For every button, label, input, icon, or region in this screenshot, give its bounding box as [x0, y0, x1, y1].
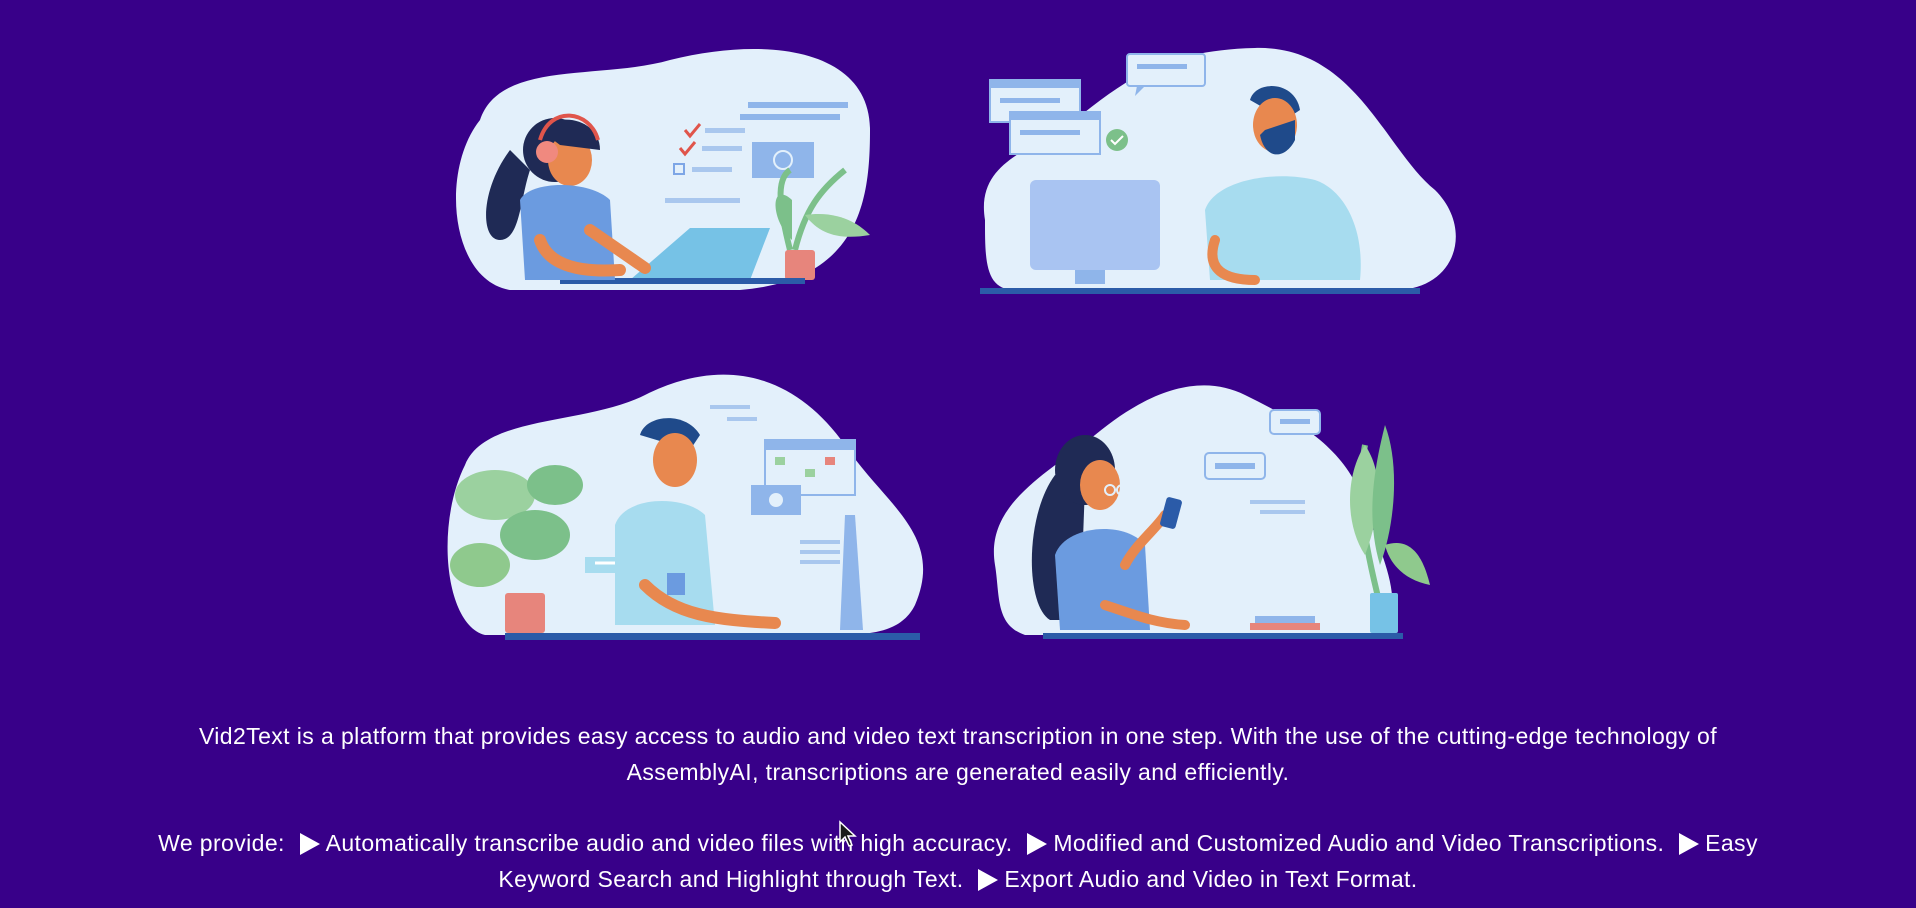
- play-arrow-icon: [1679, 833, 1700, 855]
- play-arrow-icon: [978, 869, 999, 891]
- play-arrow-icon: [299, 833, 320, 855]
- mouse-cursor-icon: [839, 820, 857, 847]
- illustrations-grid: [0, 0, 1916, 660]
- illustration-woman-phone: [985, 365, 1445, 645]
- illustration-woman-headset: [440, 40, 880, 300]
- feature-item-4: Export Audio and Video in Text Format.: [1004, 866, 1418, 892]
- provide-intro: We provide:: [158, 830, 285, 856]
- platform-description: Vid2Text is a platform that provides eas…: [198, 723, 1718, 785]
- feature-item-1: Automatically transcribe audio and video…: [325, 830, 1013, 856]
- features-list: We provide: Automatically transcribe aud…: [150, 825, 1766, 897]
- illustration-man-plant: [445, 365, 945, 645]
- illustration-man-desktop: [955, 40, 1475, 300]
- play-arrow-icon: [1027, 833, 1048, 855]
- feature-item-2: Modified and Customized Audio and Video …: [1053, 830, 1665, 856]
